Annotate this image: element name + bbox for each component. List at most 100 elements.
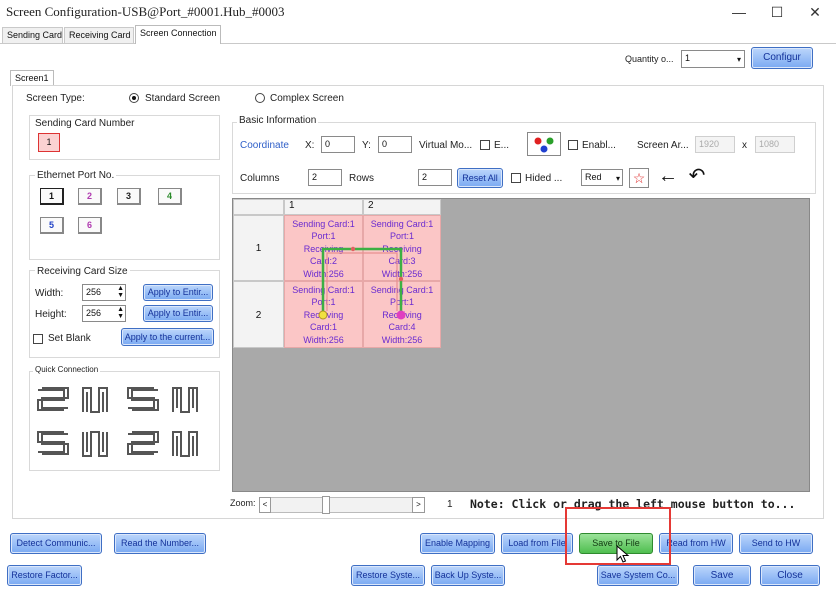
quantity-label: Quantity o... — [625, 54, 674, 64]
zoom-right-button[interactable]: > — [412, 497, 425, 513]
width-value: 256 — [86, 287, 102, 297]
port-4-button[interactable]: 4 — [158, 188, 182, 205]
zoom-left-button[interactable]: < — [259, 497, 271, 513]
pattern-u-bottom-icon[interactable] — [82, 431, 108, 457]
quick-connection-patterns — [37, 387, 198, 457]
spinner-icon[interactable]: ▲ ▼ — [117, 306, 124, 320]
enable-checkbox[interactable] — [568, 140, 578, 150]
color-map-button[interactable] — [527, 132, 561, 156]
hided-label: Hided ... — [525, 173, 563, 184]
coordinate-label: Coordinate — [240, 140, 289, 151]
set-blank-label: Set Blank — [48, 333, 91, 344]
arrow-left-icon[interactable]: ← — [655, 166, 681, 188]
e-label: E... — [494, 140, 510, 151]
y-label: Y: — [362, 140, 371, 151]
tab-sending-card[interactable]: Sending Card — [2, 27, 63, 43]
width-input[interactable]: 256 ▲ ▼ — [82, 284, 126, 301]
pattern-z-bottom-icon[interactable] — [127, 431, 159, 455]
reset-all-button[interactable]: Reset All — [457, 168, 503, 188]
color-select[interactable]: Red ▾ — [581, 169, 623, 186]
pattern-s-right-icon[interactable] — [127, 387, 159, 411]
close-window-button[interactable]: ✕ — [800, 2, 830, 22]
zoom-slider[interactable] — [259, 497, 425, 513]
tab-divider — [0, 43, 836, 44]
detect-communication-button[interactable]: Detect Communic... — [10, 533, 102, 554]
basic-information-label: Basic Information — [237, 115, 319, 126]
standard-screen-label: Standard Screen — [145, 93, 221, 104]
columns-label: Columns — [240, 173, 280, 184]
rows-input[interactable]: 2 — [418, 169, 452, 186]
port-2-button[interactable]: 2 — [78, 188, 102, 205]
screen-type-label: Screen Type: — [26, 93, 85, 104]
columns-input[interactable]: 2 — [308, 169, 342, 186]
virtual-mode-label: Virtual Mo... — [419, 140, 473, 151]
standard-screen-radio[interactable] — [129, 93, 139, 103]
sending-card-1-button[interactable]: 1 — [38, 133, 60, 152]
tab-receiving-card[interactable]: Receiving Card — [64, 27, 134, 43]
configure-button[interactable]: Configur — [751, 47, 813, 69]
pattern-u-up-icon[interactable] — [172, 387, 198, 413]
read-number-button[interactable]: Read the Number... — [114, 533, 206, 554]
apply-height-entire-button[interactable]: Apply to Entir... — [143, 305, 213, 322]
undo-icon[interactable]: ↶ — [684, 166, 710, 188]
apply-width-entire-button[interactable]: Apply to Entir... — [143, 284, 213, 301]
pattern-n-bottom-icon[interactable] — [172, 431, 198, 457]
port-3-button[interactable]: 3 — [117, 188, 141, 205]
tab-screen1[interactable]: Screen1 — [10, 70, 54, 86]
spinner-icon[interactable]: ▲ ▼ — [117, 285, 124, 299]
quantity-value: 1 — [685, 53, 691, 63]
port-6-button[interactable]: 6 — [78, 217, 102, 234]
quantity-select[interactable]: 1 ▾ — [681, 50, 745, 68]
set-blank-checkbox[interactable] — [33, 334, 43, 344]
pattern-u-down-icon[interactable] — [82, 387, 108, 413]
screen-grid-area[interactable]: 1 2 1 2 Sending Card:1 Port:1 Receiving … — [232, 198, 810, 492]
save-system-config-button[interactable]: Save System Co... — [597, 565, 679, 586]
restore-system-button[interactable]: Restore Syste... — [351, 565, 425, 586]
load-from-file-button[interactable]: Load from File — [501, 533, 573, 554]
height-value: 256 — [86, 308, 102, 318]
screen-width-input[interactable]: 1920 — [695, 136, 735, 153]
width-label: Width: — [35, 288, 64, 299]
close-button[interactable]: Close — [760, 565, 820, 586]
port-1-button[interactable]: 1 — [40, 188, 64, 205]
virtual-mode-checkbox[interactable] — [480, 140, 490, 150]
back-up-system-button[interactable]: Back Up Syste... — [431, 565, 505, 586]
title-bar: Screen Configuration-USB@Port_#0001.Hub_… — [0, 0, 836, 26]
zoom-value: 1 — [447, 499, 453, 510]
zoom-slider-thumb[interactable] — [322, 496, 330, 514]
apply-current-button[interactable]: Apply to the current... — [121, 328, 214, 346]
screen-height-input[interactable]: 1080 — [755, 136, 795, 153]
zoom-label: Zoom: — [230, 498, 256, 508]
color-value: Red — [585, 172, 602, 182]
rgb-dots-icon — [534, 137, 554, 153]
quick-connection-label: Quick Connection — [33, 365, 101, 374]
y-input[interactable]: 0 — [378, 136, 412, 153]
x-input[interactable]: 0 — [321, 136, 355, 153]
pattern-s-left-icon[interactable] — [37, 387, 69, 411]
enable-label: Enabl... — [582, 140, 616, 151]
window-title: Screen Configuration-USB@Port_#0001.Hub_… — [6, 4, 285, 19]
connection-path-overlay — [318, 246, 406, 320]
chevron-down-icon: ▾ — [736, 55, 741, 64]
sending-card-number-label: Sending Card Number — [35, 118, 135, 129]
rows-label: Rows — [349, 173, 375, 184]
complex-screen-radio[interactable] — [255, 93, 265, 103]
restore-factory-button[interactable]: Restore Factor... — [7, 565, 82, 586]
height-input[interactable]: 256 ▲ ▼ — [82, 305, 126, 322]
screen-area-x: x — [742, 140, 747, 151]
ethernet-port-label: Ethernet Port No. — [35, 170, 117, 181]
complex-screen-label: Complex Screen — [270, 93, 344, 104]
maximize-button[interactable]: ☐ — [762, 2, 792, 22]
port-5-button[interactable]: 5 — [40, 217, 64, 234]
enable-mapping-button[interactable]: Enable Mapping — [420, 533, 495, 554]
save-button[interactable]: Save — [693, 565, 751, 586]
pattern-s-bottom-icon[interactable] — [37, 431, 69, 455]
chevron-down-icon: ▾ — [615, 174, 620, 183]
star-icon[interactable]: ☆ — [629, 168, 649, 188]
minimize-button[interactable]: — — [724, 2, 754, 22]
tab-screen-connection[interactable]: Screen Connection — [135, 25, 221, 44]
mouse-cursor-icon — [616, 545, 630, 563]
hided-checkbox[interactable] — [511, 173, 521, 183]
send-to-hw-button[interactable]: Send to HW — [739, 533, 813, 554]
screen-area-label: Screen Ar... — [637, 140, 689, 151]
